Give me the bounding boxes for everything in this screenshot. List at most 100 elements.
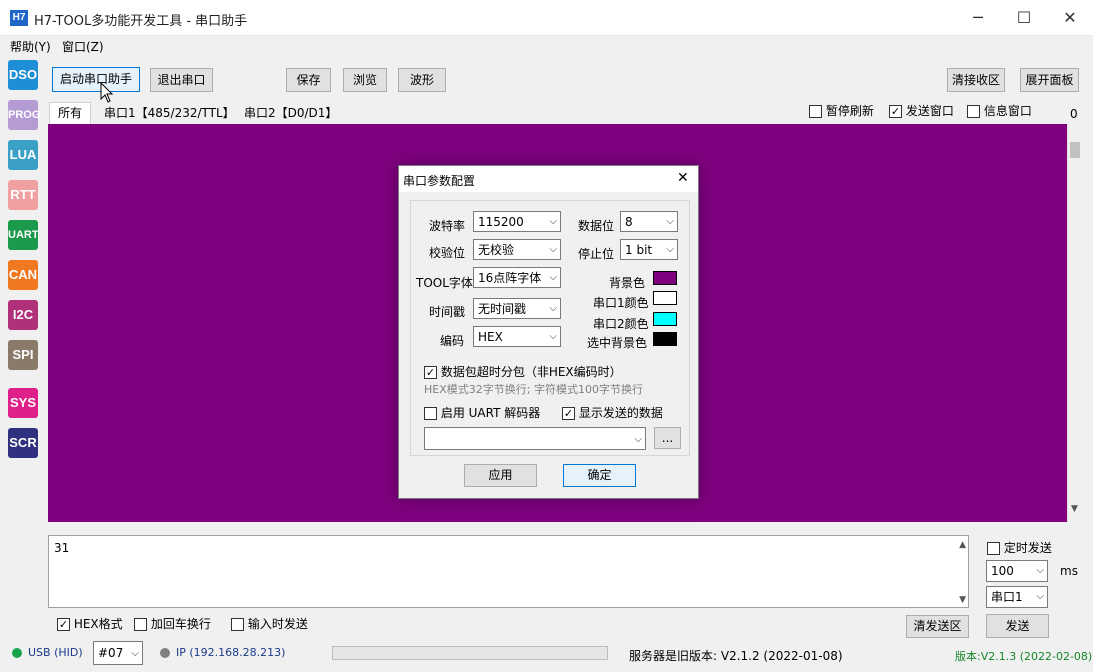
timeout-split-checkbox[interactable]: ✓ 数据包超时分包（非HEX编码时） [424, 363, 622, 380]
timestamp-select[interactable]: 无时间戳 ⌵ [473, 298, 561, 319]
menu-window[interactable]: 窗口(Z) [62, 38, 104, 55]
expand-panel-button[interactable]: 展开面板 [1020, 68, 1079, 92]
chevron-down-icon[interactable]: ▼ [1071, 504, 1078, 514]
chevron-down-icon: ⌵ [549, 272, 557, 283]
baud-select[interactable]: 115200 ⌵ [473, 211, 561, 232]
databits-select[interactable]: 8 ⌵ [620, 211, 678, 232]
checkbox-box [967, 105, 980, 118]
menu-bar [0, 36, 1093, 56]
send-button[interactable]: 发送 [986, 614, 1049, 638]
exit-serial-button[interactable]: 退出串口 [150, 68, 213, 92]
chevron-down-icon: ⌵ [1036, 591, 1044, 602]
sidebar-rtt-button[interactable]: RTT [8, 180, 38, 210]
clear-receive-button[interactable]: 清接收区 [947, 68, 1005, 92]
info-window-checkbox[interactable]: 信息窗口 [967, 102, 1032, 119]
timed-send-checkbox[interactable]: 定时发送 [987, 539, 1052, 556]
sidebar-dso-button[interactable]: DSO [8, 60, 38, 90]
hint-text: HEX模式32字节换行; 字符模式100字节换行 [424, 383, 643, 396]
more-button[interactable]: ... [654, 427, 681, 449]
send-window-checkbox[interactable]: ✓ 发送窗口 [889, 102, 954, 119]
checkmark-icon: ✓ [562, 407, 575, 420]
bg-color-swatch[interactable] [653, 271, 677, 285]
maximize-button[interactable]: ☐ [1001, 0, 1047, 36]
selected-bg-swatch[interactable] [653, 332, 677, 346]
server-version-label: 服务器是旧版本: V2.1.2 (2022-01-08) [629, 649, 843, 663]
waveform-button[interactable]: 波形 [398, 68, 446, 92]
parity-label: 校验位 [429, 246, 466, 260]
font-label: TOOL字体 [416, 276, 473, 290]
parity-select[interactable]: 无校验 ⌵ [473, 239, 561, 260]
timestamp-label: 时间戳 [429, 305, 466, 319]
chevron-down-icon: ⌵ [666, 216, 674, 227]
com2-color-label: 串口2颜色 [593, 317, 649, 331]
chevron-down-icon: ⌵ [549, 244, 557, 255]
send-on-input-checkbox[interactable]: 输入时发送 [231, 615, 308, 632]
checkbox-box [987, 542, 1000, 555]
chevron-down-icon: ⌵ [549, 331, 557, 342]
sidebar-can-button[interactable]: CAN [8, 260, 38, 290]
chevron-down-icon: ⌵ [666, 244, 674, 255]
bg-color-label: 背景色 [609, 276, 646, 290]
menu-help[interactable]: 帮助(Y) [10, 38, 51, 55]
dialog-title: 串口参数配置 [403, 174, 476, 188]
checkmark-icon: ✓ [889, 105, 902, 118]
checkbox-box [809, 105, 822, 118]
sidebar-scr-button[interactable]: SCR [8, 428, 38, 458]
sidebar-i2c-button[interactable]: I2C [8, 300, 38, 330]
save-button[interactable]: 保存 [286, 68, 331, 92]
font-select[interactable]: 16点阵字体 ⌵ [473, 267, 561, 288]
pause-refresh-checkbox[interactable]: 暂停刷新 [809, 102, 874, 119]
com1-color-label: 串口1颜色 [593, 296, 649, 310]
chevron-up-icon[interactable]: ▲ [959, 540, 966, 550]
port-select[interactable]: 串口1 ⌵ [986, 586, 1048, 608]
browse-button[interactable]: 浏览 [343, 68, 387, 92]
selected-bg-label: 选中背景色 [587, 336, 648, 350]
checkbox-box [134, 618, 147, 631]
uart-decoder-checkbox[interactable]: 启用 UART 解码器 [424, 404, 540, 421]
chevron-down-icon: ⌵ [1036, 565, 1044, 576]
interval-select[interactable]: 100 ⌵ [986, 560, 1048, 582]
scroll-thumb[interactable] [1070, 142, 1080, 158]
ms-label: ms [1060, 564, 1078, 578]
start-serial-button[interactable]: 启动串口助手 [52, 67, 140, 92]
ok-button[interactable]: 确定 [563, 464, 636, 487]
right-gutter [1082, 56, 1093, 640]
tab-com1[interactable]: 串口1【485/232/TTL】 [98, 103, 241, 123]
sidebar-lua-button[interactable]: LUA [8, 140, 38, 170]
stopbits-select[interactable]: 1 bit ⌵ [620, 239, 678, 260]
minimize-button[interactable]: ─ [955, 0, 1001, 36]
com2-color-swatch[interactable] [653, 312, 677, 326]
com1-color-swatch[interactable] [653, 291, 677, 305]
tab-all[interactable]: 所有 [49, 102, 92, 124]
device-select[interactable]: #07 ⌵ [93, 641, 143, 665]
chevron-down-icon[interactable]: ▼ [959, 595, 966, 605]
window-title: H7-TOOL多功能开发工具 - 串口助手 [34, 14, 248, 29]
ip-status-label: IP (192.168.28.213) [176, 646, 286, 659]
tab-com2[interactable]: 串口2【D0/D1】 [238, 103, 343, 123]
progress-bar [332, 646, 608, 660]
serial-config-dialog: 串口参数配置 ✕ 波特率 115200 ⌵ 数据位 8 ⌵ 校验位 无校验 ⌵ 停止位… [398, 165, 699, 499]
hex-format-checkbox[interactable]: ✓ HEX格式 [57, 615, 123, 632]
decoder-select[interactable]: ⌵ [424, 427, 646, 450]
clear-send-button[interactable]: 清发送区 [906, 615, 969, 638]
app-logo-icon: H7 [10, 10, 28, 26]
add-newline-checkbox[interactable]: 加回车换行 [134, 615, 211, 632]
sidebar-sys-button[interactable]: SYS [8, 388, 38, 418]
receive-scrollbar[interactable]: ▼ [1067, 124, 1082, 522]
checkmark-icon: ✓ [424, 366, 437, 379]
close-button[interactable]: ✕ [1047, 0, 1093, 36]
sidebar-spi-button[interactable]: SPI [8, 340, 38, 370]
version-label: 版本:V2.1.3 (2022-02-08) [955, 650, 1093, 663]
usb-status-dot-icon [12, 648, 22, 658]
mouse-cursor-icon [100, 82, 114, 103]
dialog-close-button[interactable]: ✕ [677, 170, 689, 186]
encoding-label: 编码 [440, 334, 465, 348]
show-sent-checkbox[interactable]: ✓ 显示发送的数据 [562, 404, 663, 421]
sidebar-prog-button[interactable]: PROG [8, 100, 40, 130]
sidebar-uart-button[interactable]: UART [8, 220, 39, 250]
apply-button[interactable]: 应用 [464, 464, 537, 487]
chevron-down-icon: ⌵ [549, 216, 557, 227]
baud-label: 波特率 [429, 219, 466, 233]
encoding-select[interactable]: HEX ⌵ [473, 326, 561, 347]
send-input[interactable]: 31 ▲ ▼ [48, 535, 969, 608]
